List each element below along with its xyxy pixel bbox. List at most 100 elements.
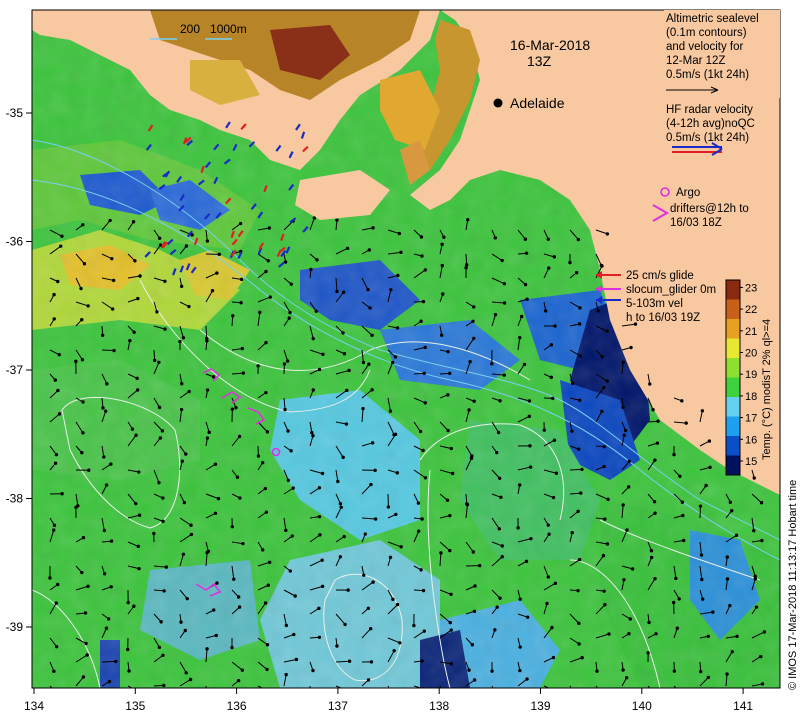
velocity-arrow-head-icon xyxy=(446,428,450,433)
velocity-arrow-head-icon xyxy=(135,388,140,392)
velocity-arrow-head-icon xyxy=(422,371,426,375)
velocity-arrow-head-icon xyxy=(335,644,339,648)
velocity-arrow-head-icon xyxy=(187,304,191,309)
velocity-arrow-head-icon xyxy=(490,669,494,673)
velocity-arrow-head-icon xyxy=(183,628,187,633)
velocity-arrow-head-icon xyxy=(320,471,325,476)
velocity-arrow-head-icon xyxy=(108,218,112,223)
velocity-arrow-head-icon xyxy=(163,327,167,331)
velocity-arrow-head-icon xyxy=(553,324,557,328)
velocity-arrow-head-icon xyxy=(621,503,625,507)
velocity-arrow-head-icon xyxy=(157,405,162,410)
velocity-arrow-head-icon xyxy=(602,464,606,469)
velocity-arrow-head-icon xyxy=(282,362,287,366)
velocity-arrow-head-icon xyxy=(346,588,350,592)
x-axis: 134 135 136 137 138 139 140 141 xyxy=(24,688,753,713)
velocity-arrow-head-icon xyxy=(344,422,349,426)
velocity-arrow-head-icon xyxy=(342,352,347,356)
velocity-arrow-head-icon xyxy=(239,301,243,305)
velocity-arrow-head-icon xyxy=(423,345,427,350)
velocity-arrow-head-icon xyxy=(399,250,403,255)
velocity-arrow-head-icon xyxy=(551,655,556,660)
velocity-arrow-head-icon xyxy=(161,519,165,524)
velocity-arrow-head-icon xyxy=(390,360,395,365)
velocity-arrow-head-icon xyxy=(448,548,452,553)
velocity-arrow-head-icon xyxy=(336,479,340,484)
velocity-arrow-head-icon xyxy=(60,492,64,496)
velocity-arrow-head-icon xyxy=(495,696,497,698)
velocity-arrow-head-icon xyxy=(393,432,398,437)
velocity-arrow-head-icon xyxy=(419,235,424,239)
velocity-arrow-head-icon xyxy=(472,305,476,309)
velocity-arrow-head-icon xyxy=(134,433,138,437)
velocity-arrow-head-icon xyxy=(518,336,522,340)
velocity-arrow-head-icon xyxy=(48,576,52,580)
velocity-arrow-head-icon xyxy=(237,434,242,439)
velocity-arrow-head-icon xyxy=(554,471,559,475)
velocity-arrow-head-icon xyxy=(158,436,163,440)
velocity-arrow-head-icon xyxy=(213,462,218,466)
svg-text:12-Mar 12Z: 12-Mar 12Z xyxy=(666,55,725,67)
velocity-arrow-head-icon xyxy=(682,538,686,543)
velocity-arrow-head-icon xyxy=(52,669,56,674)
velocity-arrow-head-icon xyxy=(624,675,629,680)
velocity-arrow-head-icon xyxy=(602,589,606,593)
velocity-arrow-head-icon xyxy=(205,550,209,555)
velocity-arrow-head-icon xyxy=(699,553,704,557)
velocity-arrow-head-icon xyxy=(335,289,339,294)
velocity-arrow-head-icon xyxy=(112,348,116,353)
credit-text: © IMOS 17-Mar-2018 11:13:17 Hobart time xyxy=(787,480,799,690)
velocity-arrow-head-icon xyxy=(234,406,238,410)
velocity-arrow-head-icon xyxy=(547,266,551,270)
velocity-arrow-head-icon xyxy=(653,458,657,462)
velocity-arrow-head-icon xyxy=(711,610,715,614)
velocity-arrow-head-icon xyxy=(605,232,610,236)
velocity-arrow-head-icon xyxy=(361,406,365,411)
lon-tick-label: 134 xyxy=(24,699,44,713)
velocity-arrow-head-icon xyxy=(363,532,367,536)
velocity-arrow-head-icon xyxy=(753,577,758,581)
velocity-arrow-head-icon xyxy=(621,405,625,410)
velocity-arrow-head-icon xyxy=(178,339,182,344)
svg-text:0.5m/s (1kt 24h): 0.5m/s (1kt 24h) xyxy=(666,69,749,81)
velocity-arrow-head-icon xyxy=(264,340,268,345)
velocity-arrow-head-icon xyxy=(628,617,632,621)
velocity-arrow-head-icon xyxy=(284,672,288,677)
velocity-arrow-head-icon xyxy=(421,299,426,304)
velocity-arrow-head-icon xyxy=(420,517,424,521)
velocity-arrow-head-icon xyxy=(754,605,759,609)
velocity-arrow-head-icon xyxy=(56,388,60,393)
velocity-arrow-head-icon xyxy=(52,292,56,297)
velocity-arrow-head-icon xyxy=(294,657,299,662)
velocity-arrow-head-icon xyxy=(373,468,377,473)
colorbar-segment xyxy=(726,436,740,456)
velocity-arrow-head-icon xyxy=(105,382,109,386)
velocity-arrow-head-icon xyxy=(265,643,270,647)
velocity-arrow-head-icon xyxy=(81,431,85,435)
velocity-arrow-head-icon xyxy=(698,669,703,674)
velocity-arrow xyxy=(309,685,311,688)
velocity-arrow-head-icon xyxy=(499,495,503,499)
velocity-arrow-head-icon xyxy=(371,580,375,584)
velocity-arrow-head-icon xyxy=(448,371,452,376)
velocity-arrow-head-icon xyxy=(339,505,343,510)
velocity-arrow-head-icon xyxy=(180,459,185,463)
velocity-arrow-head-icon xyxy=(343,622,347,627)
velocity-arrow-head-icon xyxy=(394,512,398,517)
colorbar-tick-label: 18 xyxy=(745,391,757,403)
velocity-arrow-head-icon xyxy=(570,381,575,385)
velocity-arrow-head-icon xyxy=(551,495,556,500)
velocity-arrow-head-icon xyxy=(423,268,427,272)
velocity-arrow-head-icon xyxy=(54,644,59,649)
velocity-arrow-head-icon xyxy=(706,634,711,638)
velocity-arrow-head-icon xyxy=(725,555,729,559)
velocity-arrow-head-icon xyxy=(347,659,352,663)
velocity-arrow-head-icon xyxy=(629,345,633,350)
velocity-arrow-head-icon xyxy=(137,470,141,474)
velocity-arrow-head-icon xyxy=(547,532,551,536)
velocity-arrow-head-icon xyxy=(82,262,87,266)
velocity-arrow-head-icon xyxy=(500,258,504,263)
velocity-arrow-head-icon xyxy=(552,255,557,259)
velocity-arrow-head-icon xyxy=(179,620,183,624)
velocity-arrow-head-icon xyxy=(524,559,529,564)
